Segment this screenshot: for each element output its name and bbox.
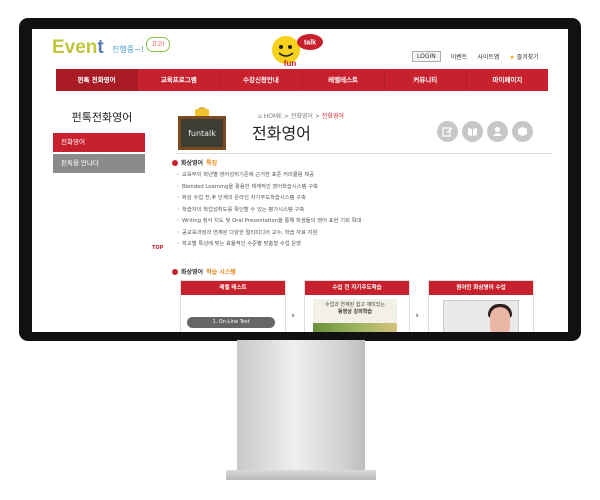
- event-logo-text-2: t: [97, 37, 104, 58]
- event-logo-text-1: Even: [52, 37, 98, 58]
- breadcrumb: ⌂ HOME > 전화영어 > 전화영어: [258, 111, 344, 120]
- sidebar-item-meet-funtalk[interactable]: 펀톡을 만나다: [53, 154, 145, 173]
- nav-item-funtalk[interactable]: 펀톡 전화영어: [56, 69, 139, 91]
- sidebar-title: 펀톡전화영어: [71, 111, 133, 124]
- edit-icon[interactable]: [437, 121, 458, 142]
- event-logo[interactable]: Event: [52, 37, 104, 59]
- self-study-caption: 수업과 연계된 쉽고 재미있는: [325, 302, 385, 308]
- event-logo-subtitle: 진행중~!: [112, 45, 144, 54]
- book-icon[interactable]: [462, 121, 483, 142]
- chalkboard-icon: funtalk: [178, 107, 226, 150]
- section-system-highlight: 학습 시스템: [206, 269, 236, 276]
- nav-item-enroll-guide[interactable]: 수강신청안내: [220, 69, 303, 91]
- bullet-icon: [172, 159, 178, 166]
- home-icon[interactable]: ⌂: [258, 113, 262, 120]
- video-class-image: [443, 300, 519, 332]
- section-system-heading: 화상영어 학습 시스템: [172, 267, 236, 276]
- sidebar-item-phone-english[interactable]: 전화영어: [53, 133, 145, 152]
- card-title: 원어민 화상영어 수업: [429, 281, 533, 295]
- feature-list: 교육부의 학년별 영어성취기준에 근거한 표준 커리큘럼 제공 Blended …: [177, 170, 361, 251]
- card-level-test[interactable]: 레벨 테스트 1. On-Line Test ›: [180, 280, 295, 332]
- breadcrumb-current: 전화영어: [321, 113, 344, 120]
- section-features-label: 화상영어: [181, 160, 204, 167]
- list-item: 공교육과정과 연계된 다양한 멀티미디어 교수, 학습 자료 지원: [177, 228, 361, 240]
- brand-fun-text: fun: [284, 59, 297, 68]
- monitor-stand: [237, 340, 365, 472]
- top-button[interactable]: TOP: [152, 245, 163, 251]
- nav-item-mypage[interactable]: 마이페이지: [467, 69, 548, 91]
- breadcrumb-sep: >: [314, 113, 320, 120]
- star-icon: ★: [509, 54, 515, 61]
- section-system-label: 화상영어: [181, 269, 204, 276]
- favorites-link[interactable]: ★ 즐겨찾기: [509, 52, 538, 61]
- brand-talk-text: talk: [304, 40, 316, 47]
- main-nav: 펀톡 전화영어 교육프로그램 수강신청안내 레벨테스트 커뮤니티 마이페이지: [56, 69, 548, 91]
- section-features-highlight: 특징: [206, 160, 218, 167]
- online-test-button[interactable]: 1. On-Line Test: [187, 317, 275, 328]
- self-study-caption-bold: 동영상 강의학습: [338, 309, 372, 315]
- top-utility-links: LOGIN 이벤트 사이트맵 ★ 즐겨찾기: [412, 51, 539, 62]
- card-native-class[interactable]: 원어민 화상영어 수업: [428, 280, 534, 332]
- sitemap-link[interactable]: 사이트맵: [477, 52, 499, 61]
- card-title: 레벨 테스트: [181, 281, 285, 295]
- nav-item-level-test[interactable]: 레벨테스트: [303, 69, 385, 91]
- list-item: 교육부의 학년별 영어성취기준에 근거한 표준 커리큘럼 제공: [177, 170, 361, 182]
- nav-item-community[interactable]: 커뮤니티: [385, 69, 467, 91]
- login-button[interactable]: LOGIN: [412, 51, 441, 62]
- breadcrumb-home[interactable]: HOME: [264, 113, 282, 120]
- list-item: Writing 첨삭 지도 및 Oral Presentation을 통해 학생…: [177, 216, 361, 228]
- card-title: 수업 전 자기주도학습: [305, 281, 409, 295]
- list-item: Blended Learning을 활용한 체계적인 영어학습시스템 구축: [177, 182, 361, 194]
- breadcrumb-parent[interactable]: 전화영어: [291, 113, 313, 120]
- favorites-label: 즐겨찾기: [516, 54, 539, 61]
- box-icon[interactable]: [512, 121, 533, 142]
- self-study-image: 수업과 연계된 쉽고 재미있는 동영상 강의학습: [313, 299, 397, 332]
- card-self-study[interactable]: 수업 전 자기주도학습 수업과 연계된 쉽고 재미있는 동영상 강의학습 ›: [304, 280, 419, 332]
- user-icon[interactable]: [487, 121, 508, 142]
- event-link[interactable]: 이벤트: [451, 52, 468, 61]
- quick-icons: [437, 121, 533, 142]
- screen: Event 진행중~! 고고! talk fun LOGIN 이벤트 사이트맵 …: [32, 29, 568, 332]
- chevron-right-icon: ›: [415, 311, 419, 321]
- breadcrumb-sep: >: [283, 113, 289, 120]
- chevron-right-icon: ›: [291, 311, 295, 321]
- section-features-heading: 화상영어 특징: [172, 158, 217, 167]
- list-item: 학습자의 학업성취도를 확인할 수 있는 평가시스템 구축: [177, 205, 361, 217]
- funtalk-brand-logo[interactable]: talk fun: [268, 32, 324, 68]
- site-header: Event 진행중~! 고고! talk fun LOGIN 이벤트 사이트맵 …: [32, 29, 568, 69]
- divider: [176, 153, 552, 154]
- teacher-face: [490, 307, 510, 332]
- chalkboard-label: funtalk: [188, 129, 216, 138]
- event-bubble: 고고!: [146, 37, 170, 52]
- monitor-stand-base: [226, 470, 376, 480]
- page-title: 전화영어: [252, 124, 311, 143]
- list-item: 화상 수업 전,후 단계의 온라인 자기주도학습시스템 구축: [177, 193, 361, 205]
- system-cards: 레벨 테스트 1. On-Line Test › 수업 전 자기주도학습 수업과…: [180, 280, 534, 332]
- bullet-icon: [172, 268, 178, 275]
- nav-item-programs[interactable]: 교육프로그램: [138, 69, 221, 91]
- image-band: [313, 323, 397, 332]
- list-item: 학교별 특성에 맞는 효율적인 수준별 맞춤형 수업 운영: [177, 239, 361, 251]
- sidebar-menu: 전화영어 펀톡을 만나다: [53, 133, 145, 175]
